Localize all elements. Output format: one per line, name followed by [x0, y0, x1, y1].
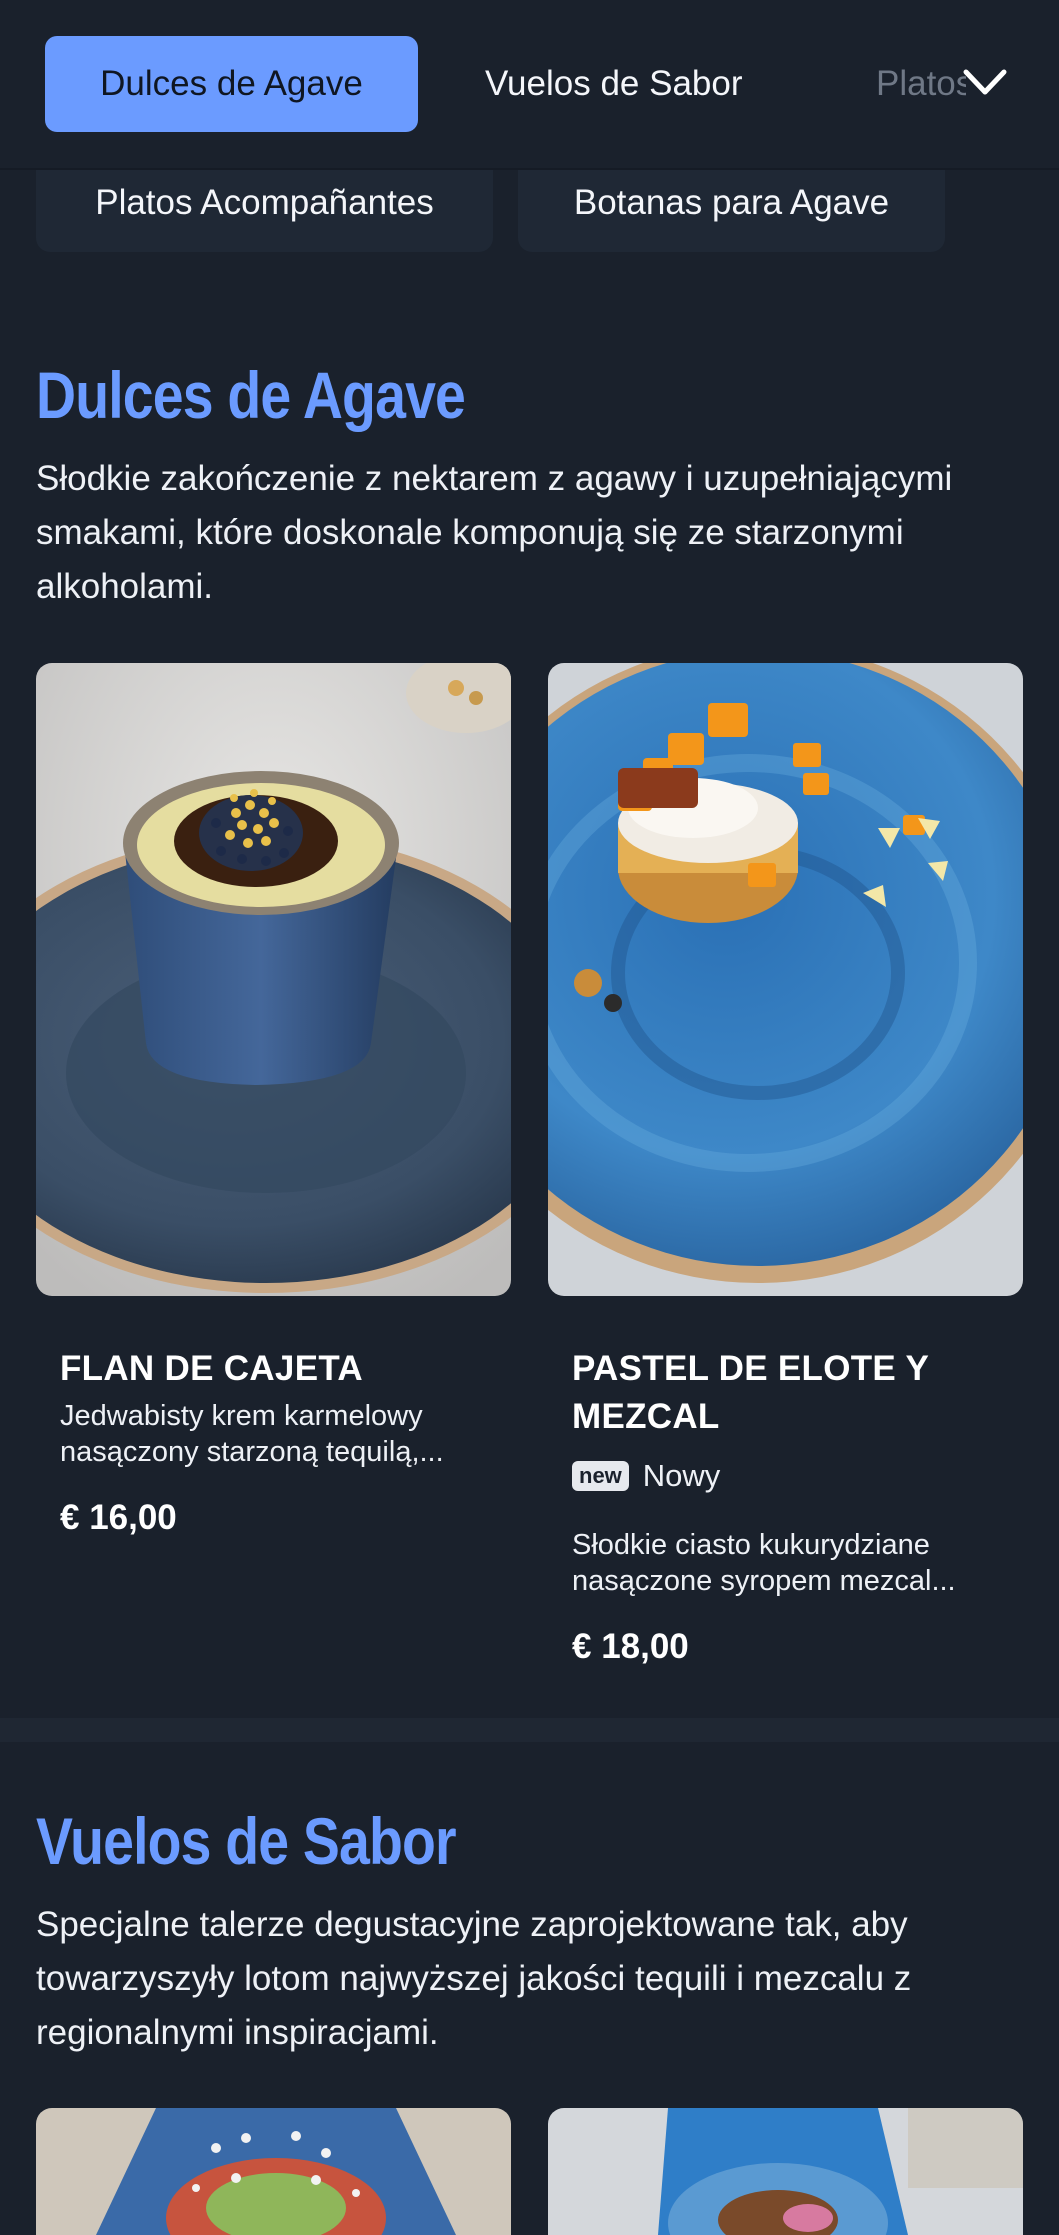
item-name-flan-de-cajeta[interactable]: FLAN DE CAJETA	[60, 1345, 500, 1393]
chip-platos-acompanantes[interactable]: Platos Acompañantes	[36, 168, 493, 252]
section-title-vuelos: Vuelos de Sabor	[36, 1804, 457, 1878]
category-tab-bar: Dulces de Agave Vuelos de Sabor Platos A…	[0, 0, 1059, 170]
new-item-badge: new Nowy	[572, 1456, 720, 1496]
section-divider	[0, 1718, 1059, 1742]
new-badge-label: Nowy	[642, 1458, 721, 1493]
item-description-flan-de-cajeta: Jedwabisty krem karmelowy nasączony star…	[60, 1400, 444, 1468]
item-price-flan-de-cajeta: € 16,00	[60, 1498, 177, 1537]
new-badge: new	[572, 1461, 629, 1491]
item-price-pastel-de-elote: € 18,00	[572, 1627, 689, 1666]
chevron-down-icon[interactable]	[960, 62, 1010, 102]
pastel-de-elote-image[interactable]	[548, 663, 1023, 1296]
tab-platos-acompanantes[interactable]: Platos Acompañantes	[876, 36, 966, 132]
tasting-plate-image-1[interactable]	[36, 2108, 511, 2235]
item-description-pastel-de-elote: Słodkie ciasto kukurydziane nasączone sy…	[572, 1529, 956, 1597]
flan-de-cajeta-image[interactable]	[36, 663, 511, 1296]
chip-botanas-para-agave[interactable]: Botanas para Agave	[518, 168, 945, 252]
section-description-dulces: Słodkie zakończenie z nektarem z agawy i…	[36, 459, 953, 606]
item-name-pastel-de-elote[interactable]: PASTEL DE ELOTE Y MEZCAL	[572, 1345, 1012, 1441]
category-chip-row: Platos Acompañantes Botanas para Agave	[0, 168, 1059, 253]
tab-dulces-de-agave[interactable]: Dulces de Agave	[45, 36, 418, 132]
tasting-plate-image-2[interactable]	[548, 2108, 1023, 2235]
tab-vuelos-de-sabor[interactable]: Vuelos de Sabor	[485, 36, 743, 132]
section-title-dulces: Dulces de Agave	[36, 358, 466, 432]
section-description-vuelos: Specjalne talerze degustacyjne zaprojekt…	[36, 1905, 912, 2052]
